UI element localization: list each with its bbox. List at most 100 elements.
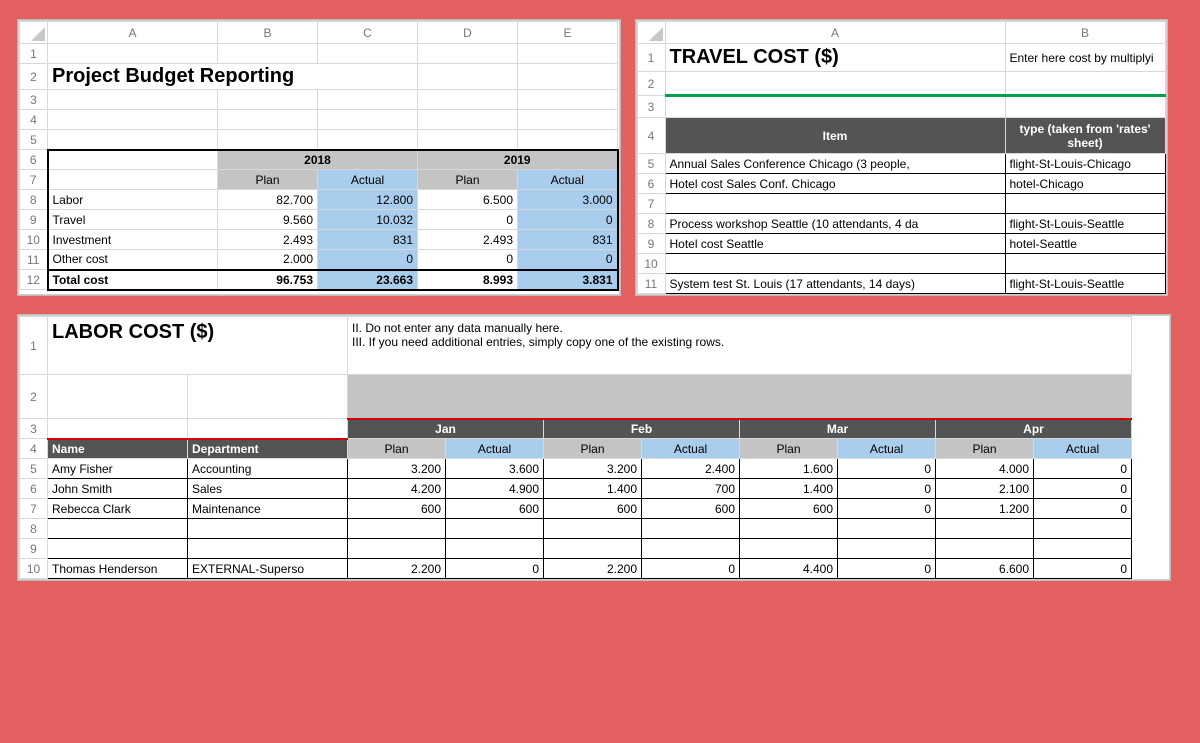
cell[interactable]: Actual: [318, 170, 418, 190]
cell[interactable]: 2.200: [348, 559, 446, 579]
cell[interactable]: 0: [418, 250, 518, 270]
cell[interactable]: [48, 539, 188, 559]
cell[interactable]: Feb: [544, 419, 740, 439]
cell[interactable]: 4: [637, 118, 665, 154]
cell[interactable]: [544, 539, 642, 559]
cell[interactable]: LABOR COST ($): [48, 317, 348, 375]
cell[interactable]: [348, 519, 446, 539]
cell[interactable]: [518, 44, 618, 64]
cell[interactable]: 1.600: [740, 459, 838, 479]
cell[interactable]: 10: [637, 254, 665, 274]
cell[interactable]: Amy Fisher: [48, 459, 188, 479]
cell[interactable]: 0: [418, 210, 518, 230]
cell[interactable]: Plan: [936, 439, 1034, 459]
cell[interactable]: Plan: [218, 170, 318, 190]
cell[interactable]: 600: [740, 499, 838, 519]
cell[interactable]: 4: [20, 110, 48, 130]
cell[interactable]: 0: [446, 559, 544, 579]
cell[interactable]: 2.200: [544, 559, 642, 579]
cell[interactable]: 5: [637, 154, 665, 174]
cell[interactable]: 1.400: [740, 479, 838, 499]
cell[interactable]: [188, 419, 348, 439]
cell[interactable]: [318, 90, 418, 110]
cell[interactable]: 4.400: [740, 559, 838, 579]
cell[interactable]: [740, 519, 838, 539]
travel-sheet[interactable]: AB1TRAVEL COST ($)Enter here cost by mul…: [636, 20, 1167, 295]
cell[interactable]: [1005, 96, 1165, 118]
cell[interactable]: [48, 44, 218, 64]
cell[interactable]: [518, 64, 618, 90]
cell[interactable]: [218, 130, 318, 150]
cell[interactable]: Labor: [48, 190, 218, 210]
cell[interactable]: [348, 375, 1132, 419]
cell[interactable]: 2.000: [218, 250, 318, 270]
cell[interactable]: 3.000: [518, 190, 618, 210]
cell[interactable]: 1.200: [936, 499, 1034, 519]
cell[interactable]: 1: [637, 44, 665, 72]
cell[interactable]: [418, 44, 518, 64]
cell[interactable]: Plan: [418, 170, 518, 190]
cell[interactable]: [446, 519, 544, 539]
cell[interactable]: 8: [20, 519, 48, 539]
cell[interactable]: flight-St-Louis-Chicago: [1005, 154, 1165, 174]
cell[interactable]: Accounting: [188, 459, 348, 479]
cell[interactable]: [1034, 519, 1132, 539]
cell[interactable]: John Smith: [48, 479, 188, 499]
cell[interactable]: Plan: [740, 439, 838, 459]
cell[interactable]: Jan: [348, 419, 544, 439]
cell[interactable]: 0: [838, 459, 936, 479]
cell[interactable]: 0: [1034, 479, 1132, 499]
cell[interactable]: 6: [637, 174, 665, 194]
cell[interactable]: 0: [1034, 499, 1132, 519]
cell[interactable]: 3: [20, 90, 48, 110]
cell[interactable]: [218, 110, 318, 130]
cell[interactable]: Actual: [1034, 439, 1132, 459]
budget-sheet[interactable]: ABCDE12Project Budget Reporting345620182…: [18, 20, 620, 295]
cell[interactable]: [188, 519, 348, 539]
cell[interactable]: Rebecca Clark: [48, 499, 188, 519]
cell[interactable]: 9: [637, 234, 665, 254]
cell[interactable]: [637, 22, 665, 44]
cell[interactable]: 600: [446, 499, 544, 519]
cell[interactable]: Plan: [348, 439, 446, 459]
cell[interactable]: [418, 64, 518, 90]
cell[interactable]: 4.000: [936, 459, 1034, 479]
cell[interactable]: Annual Sales Conference Chicago (3 peopl…: [665, 154, 1005, 174]
cell[interactable]: [838, 539, 936, 559]
cell[interactable]: [665, 194, 1005, 214]
cell[interactable]: [48, 90, 218, 110]
cell[interactable]: Travel: [48, 210, 218, 230]
cell[interactable]: 0: [1034, 559, 1132, 579]
cell[interactable]: [1034, 539, 1132, 559]
cell[interactable]: Process workshop Seattle (10 attendants,…: [665, 214, 1005, 234]
cell[interactable]: 0: [838, 499, 936, 519]
cell[interactable]: 0: [838, 559, 936, 579]
cell[interactable]: 6.500: [418, 190, 518, 210]
cell[interactable]: [665, 96, 1005, 118]
cell[interactable]: [318, 44, 418, 64]
cell[interactable]: [1005, 254, 1165, 274]
cell[interactable]: Enter here cost by multiplyi: [1005, 44, 1165, 72]
cell[interactable]: 12.800: [318, 190, 418, 210]
cell[interactable]: 2.100: [936, 479, 1034, 499]
cell[interactable]: System test St. Louis (17 attendants, 14…: [665, 274, 1005, 294]
cell[interactable]: Maintenance: [188, 499, 348, 519]
cell[interactable]: 3.600: [446, 459, 544, 479]
cell[interactable]: B: [218, 22, 318, 44]
cell[interactable]: [518, 90, 618, 110]
cell[interactable]: 6.600: [936, 559, 1034, 579]
cell[interactable]: 831: [318, 230, 418, 250]
cell[interactable]: 8: [637, 214, 665, 234]
cell[interactable]: E: [518, 22, 618, 44]
cell[interactable]: [48, 130, 218, 150]
cell[interactable]: 0: [1034, 459, 1132, 479]
cell[interactable]: 700: [642, 479, 740, 499]
cell[interactable]: 2.400: [642, 459, 740, 479]
cell[interactable]: 6: [20, 479, 48, 499]
cell[interactable]: 9.560: [218, 210, 318, 230]
cell[interactable]: Actual: [642, 439, 740, 459]
cell[interactable]: 7: [20, 170, 48, 190]
cell[interactable]: 1: [20, 317, 48, 375]
cell[interactable]: [218, 44, 318, 64]
cell[interactable]: 9: [20, 210, 48, 230]
